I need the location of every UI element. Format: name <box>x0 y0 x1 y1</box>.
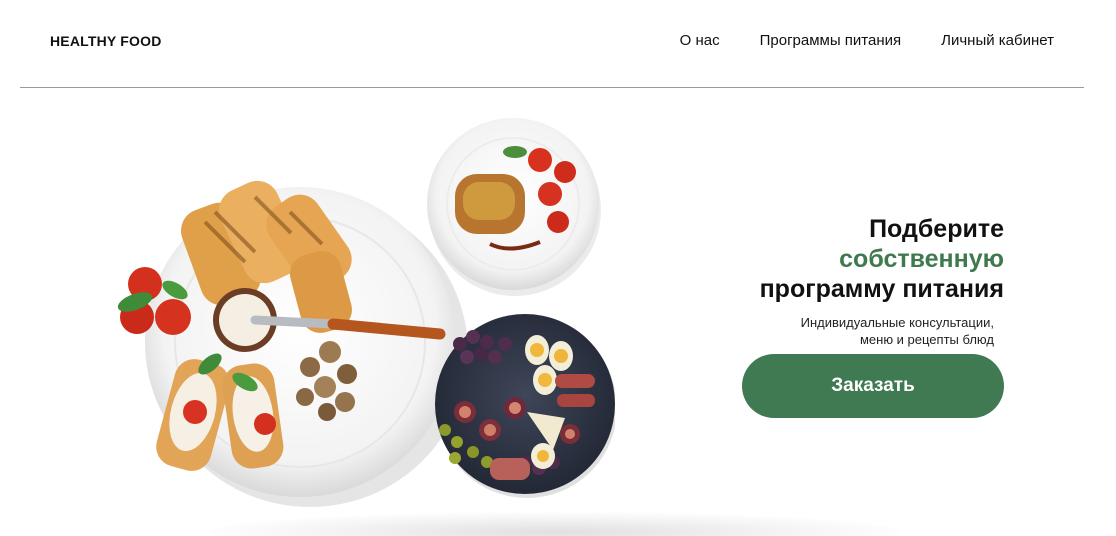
hero-title-line-3: программу питания <box>759 275 1004 303</box>
hero-subtitle-line-1: Индивидуальные консультации, <box>800 315 994 330</box>
hero-section: Подберите собственную программу питания … <box>584 214 1004 348</box>
salad-plate <box>427 118 601 296</box>
nav-link-account[interactable]: Личный кабинет <box>941 32 1054 49</box>
main-nav: О нас Программы питания Личный кабинет <box>680 32 1054 49</box>
header-divider <box>20 87 1084 88</box>
hero-title: Подберите собственную программу питания <box>584 214 1004 304</box>
hero-title-line-1: Подберите <box>869 215 1004 243</box>
site-logo[interactable]: HEALTHY FOOD <box>50 33 162 49</box>
hero-subtitle-line-2: меню и рецепты блюд <box>859 332 994 347</box>
food-plates-image <box>117 118 615 507</box>
next-section-shadow <box>210 512 900 536</box>
order-button[interactable]: Заказать <box>742 354 1004 418</box>
site-header: HEALTHY FOOD О нас Программы питания Лич… <box>0 0 1116 88</box>
bruschetta-plate <box>117 180 468 507</box>
hero-subtitle: Индивидуальные консультации, меню и реце… <box>584 314 1004 348</box>
nav-link-programs[interactable]: Программы питания <box>760 32 902 49</box>
hero-title-accent: собственную <box>839 245 1004 273</box>
nav-link-about[interactable]: О нас <box>680 32 720 49</box>
